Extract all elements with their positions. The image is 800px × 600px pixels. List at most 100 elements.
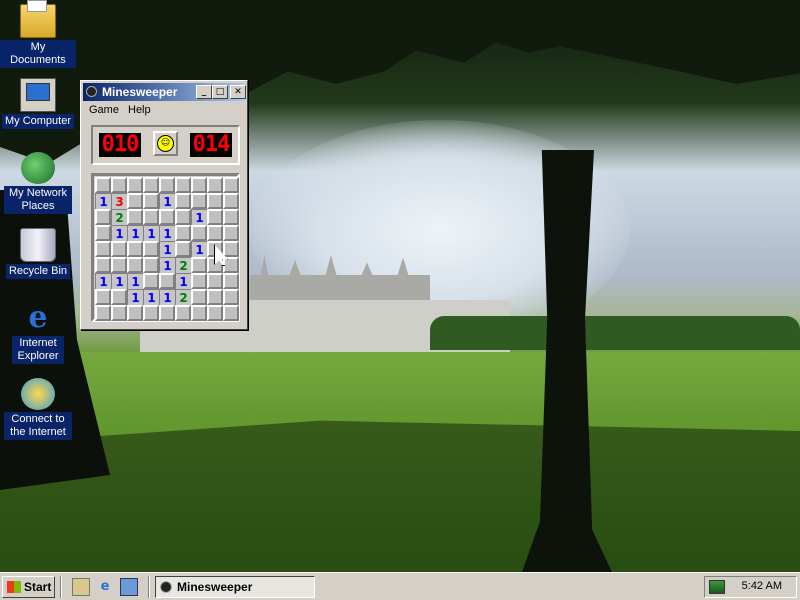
mine-cell[interactable]: [143, 257, 159, 273]
mine-cell[interactable]: [111, 177, 127, 193]
close-button[interactable]: ✕: [230, 85, 246, 99]
mine-cell[interactable]: [207, 305, 223, 321]
desktop: My Documents My Computer My Network Plac…: [0, 0, 800, 572]
mine-cell[interactable]: [143, 273, 159, 289]
mine-cell[interactable]: [127, 177, 143, 193]
mine-cell[interactable]: [127, 209, 143, 225]
desktop-icon-internet-explorer[interactable]: e Internet Explorer: [0, 302, 76, 364]
mine-cell[interactable]: [95, 225, 111, 241]
mine-cell[interactable]: [159, 209, 175, 225]
mine-cell[interactable]: [191, 225, 207, 241]
minefield: 131211111111211111112: [91, 173, 240, 322]
mine-cell[interactable]: [143, 241, 159, 257]
mine-cell[interactable]: [175, 305, 191, 321]
menu-bar: Game Help: [83, 102, 245, 120]
mine-cell[interactable]: [95, 289, 111, 305]
mine-cell[interactable]: [111, 257, 127, 273]
mine-cell[interactable]: [191, 273, 207, 289]
mine-cell: 3: [111, 193, 127, 209]
minesweeper-app-icon: [160, 581, 172, 593]
internet-explorer-quicklaunch-icon[interactable]: e: [96, 578, 114, 596]
mine-cell[interactable]: [191, 289, 207, 305]
mine-cell[interactable]: [127, 257, 143, 273]
mine-cell: 1: [127, 289, 143, 305]
mine-cell: 1: [175, 273, 191, 289]
window-title: Minesweeper: [102, 85, 178, 99]
mine-cell[interactable]: [95, 177, 111, 193]
desktop-icon-label: Recycle Bin: [5, 264, 71, 279]
mine-cell[interactable]: [111, 241, 127, 257]
mine-cell[interactable]: [95, 257, 111, 273]
mine-cell[interactable]: [95, 209, 111, 225]
mine-cell[interactable]: [223, 289, 239, 305]
desktop-icon-recycle-bin[interactable]: Recycle Bin: [0, 228, 76, 279]
desktop-icon-network-places[interactable]: My Network Places: [0, 152, 76, 214]
reset-button[interactable]: ☺: [153, 131, 178, 156]
taskbar-button-minesweeper[interactable]: Minesweeper: [155, 576, 315, 598]
desktop-icon-label: Internet Explorer: [12, 336, 64, 364]
mine-cell[interactable]: [111, 305, 127, 321]
mine-cell[interactable]: [191, 193, 207, 209]
mine-cell: 1: [143, 289, 159, 305]
treeline: [430, 316, 800, 350]
show-desktop-icon[interactable]: [72, 578, 90, 596]
minesweeper-window[interactable]: Minesweeper _ □ ✕ Game Help 010 ☺ 014 13…: [80, 80, 248, 330]
desktop-icon-label: Connect to the Internet: [4, 412, 72, 440]
mine-cell[interactable]: [223, 241, 239, 257]
mine-cell[interactable]: [143, 209, 159, 225]
mine-cell[interactable]: [223, 177, 239, 193]
mine-cell[interactable]: [223, 305, 239, 321]
mine-cell[interactable]: [207, 273, 223, 289]
mine-cell[interactable]: [223, 225, 239, 241]
menu-help[interactable]: Help: [128, 104, 151, 116]
mine-cell[interactable]: [159, 177, 175, 193]
mine-cell[interactable]: [207, 209, 223, 225]
mine-cell[interactable]: [159, 273, 175, 289]
mine-cell[interactable]: [223, 209, 239, 225]
mine-cell[interactable]: [175, 209, 191, 225]
desktop-icon-my-documents[interactable]: My Documents: [0, 0, 76, 68]
mine-cell[interactable]: [175, 177, 191, 193]
desktop-icon-label: My Computer: [1, 114, 75, 129]
title-bar[interactable]: Minesweeper _ □ ✕: [83, 83, 246, 101]
desktop-icon-my-computer[interactable]: My Computer: [0, 78, 76, 129]
my-computer-icon: [20, 78, 56, 112]
mine-cell: 1: [111, 273, 127, 289]
mine-cell[interactable]: [95, 241, 111, 257]
mine-cell: 1: [127, 273, 143, 289]
clock[interactable]: 5:42 AM: [742, 580, 782, 592]
maximize-button[interactable]: □: [212, 85, 228, 99]
mine-cell[interactable]: [207, 289, 223, 305]
start-button[interactable]: Start: [2, 576, 55, 598]
mine-cell[interactable]: [175, 193, 191, 209]
mine-cell[interactable]: [223, 193, 239, 209]
mine-cell[interactable]: [175, 241, 191, 257]
mine-cell[interactable]: [207, 193, 223, 209]
mine-cell[interactable]: [191, 177, 207, 193]
mine-cell[interactable]: [175, 225, 191, 241]
network-connection-icon[interactable]: [709, 580, 725, 594]
mine-cell[interactable]: [223, 273, 239, 289]
internet-explorer-icon: e: [28, 300, 48, 335]
outlook-express-icon[interactable]: [120, 578, 138, 596]
menu-game[interactable]: Game: [89, 104, 119, 116]
mine-cell[interactable]: [95, 305, 111, 321]
desktop-icon-connect-internet[interactable]: Connect to the Internet: [0, 378, 76, 440]
mine-cell[interactable]: [127, 241, 143, 257]
mine-cell[interactable]: [207, 177, 223, 193]
mine-cell[interactable]: [127, 193, 143, 209]
system-tray: 5:42 AM: [704, 576, 797, 598]
mine-cell[interactable]: [111, 289, 127, 305]
mine-cell: 1: [159, 257, 175, 273]
mine-cell[interactable]: [143, 305, 159, 321]
mine-cell[interactable]: [143, 193, 159, 209]
mine-cell[interactable]: [159, 305, 175, 321]
mine-cell[interactable]: [207, 225, 223, 241]
desktop-icon-label: My Network Places: [4, 186, 72, 214]
minesweeper-app-icon[interactable]: [86, 86, 97, 97]
minimize-button[interactable]: _: [196, 85, 212, 99]
mine-cell[interactable]: [143, 177, 159, 193]
mine-cell[interactable]: [191, 257, 207, 273]
mine-cell[interactable]: [127, 305, 143, 321]
mine-cell[interactable]: [191, 305, 207, 321]
